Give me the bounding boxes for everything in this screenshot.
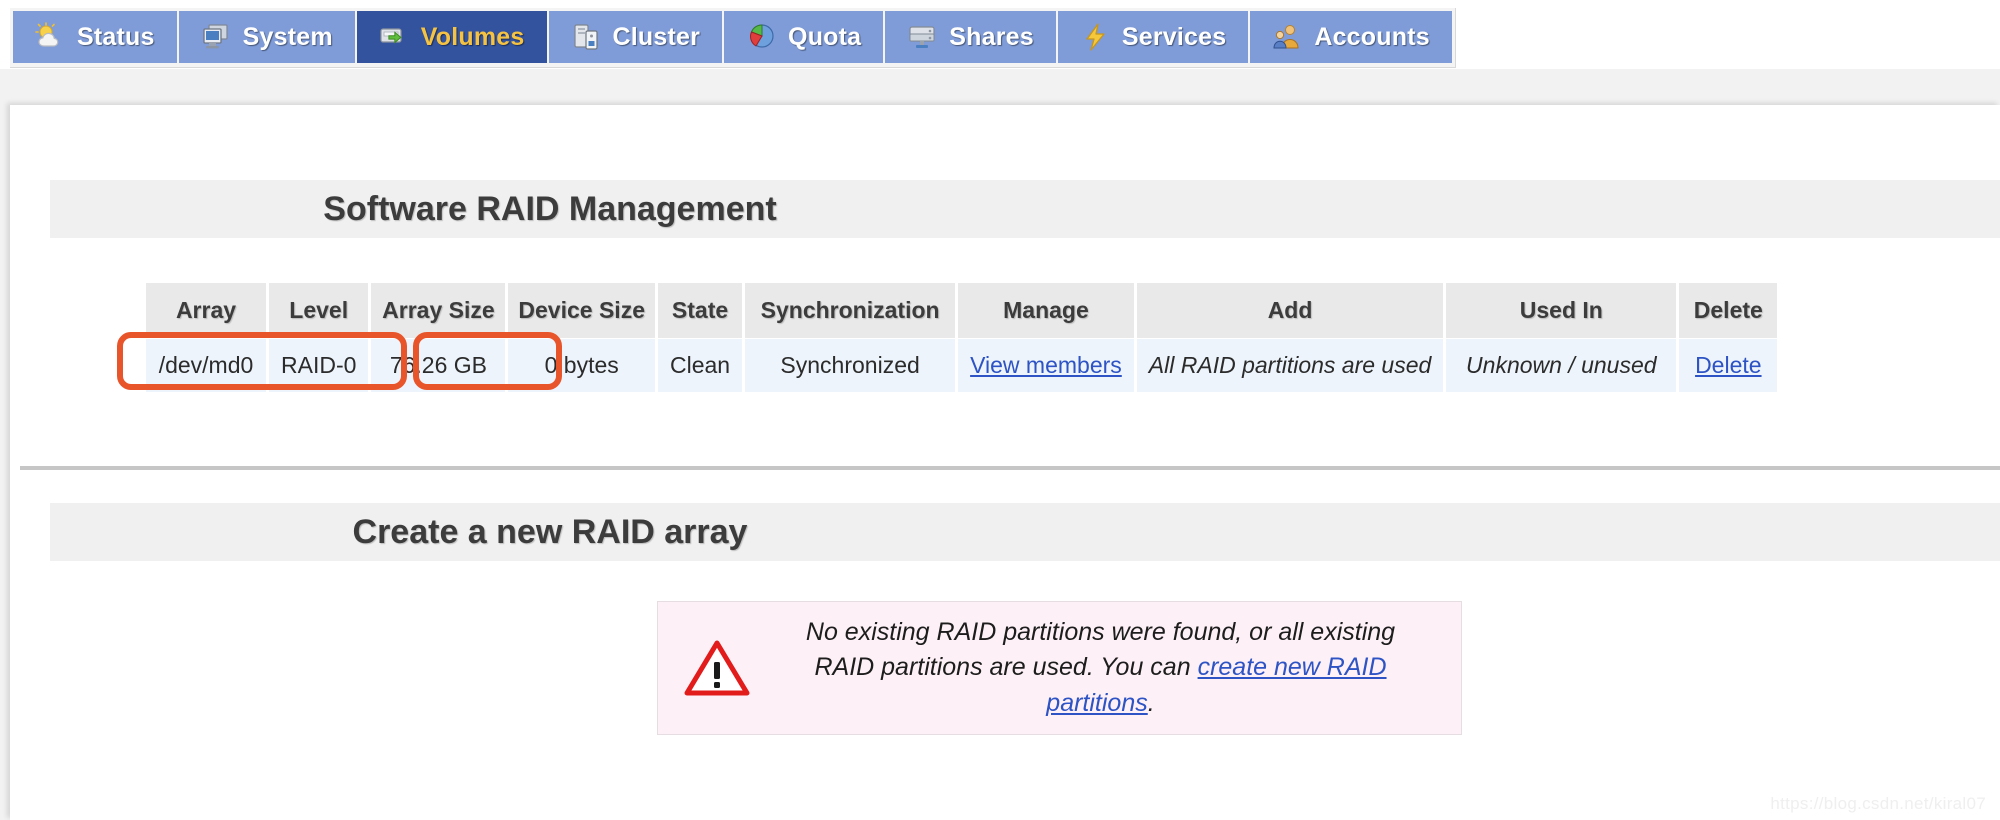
section-header-raid-management: Software RAID Management: [50, 180, 2000, 238]
view-members-link[interactable]: View members: [970, 352, 1122, 378]
column-header-device-size: Device Size: [508, 283, 655, 338]
nav-tab-label: Accounts: [1314, 22, 1430, 51]
warning-triangle-icon: [684, 638, 750, 698]
nav-tab-cluster[interactable]: Cluster: [548, 11, 725, 63]
monitor-icon: [201, 22, 231, 52]
nav-tab-label: System: [242, 22, 333, 51]
nav-tab-label: Cluster: [612, 22, 701, 51]
column-header-used-in: Used In: [1446, 283, 1677, 338]
nav-tab-label: Quota: [788, 22, 862, 51]
cell-synchronization: Synchronized: [745, 339, 956, 392]
section-divider: [20, 466, 2000, 470]
nav-tab-label: Volumes: [420, 22, 525, 51]
table-row: /dev/md0 RAID-0 76.26 GB 0 bytes Clean S…: [146, 339, 1778, 392]
column-header-array-size: Array Size: [371, 283, 506, 338]
main-navigation: Status System Volumes Cluster Quota Shar…: [10, 8, 1456, 68]
cell-add: All RAID partitions are used: [1136, 339, 1444, 392]
nav-tab-shares[interactable]: Shares: [885, 11, 1058, 63]
column-header-delete: Delete: [1679, 283, 1778, 338]
raid-array-table: Array Level Array Size Device Size State…: [143, 282, 1780, 393]
pie-chart-icon: [746, 22, 776, 52]
cell-used-in: Unknown / unused: [1446, 339, 1677, 392]
disk-arrow-icon: [379, 22, 409, 52]
lightning-icon: [1080, 22, 1110, 52]
cell-delete: Delete: [1679, 339, 1778, 392]
cell-level: RAID-0: [269, 339, 369, 392]
cell-array: /dev/md0: [146, 339, 266, 392]
column-header-array: Array: [146, 283, 266, 338]
sun-cloud-icon: [35, 22, 65, 52]
nav-tab-services[interactable]: Services: [1057, 11, 1251, 63]
section-title: Create a new RAID array: [352, 512, 748, 551]
nav-tab-label: Shares: [949, 22, 1034, 51]
page-title: Software RAID Management: [323, 189, 777, 228]
cell-state: Clean: [658, 339, 743, 392]
nav-tab-quota[interactable]: Quota: [724, 11, 886, 63]
warning-message-box: No existing RAID partitions were found, …: [657, 601, 1462, 735]
section-header-create-array: Create a new RAID array: [50, 503, 2000, 561]
nav-tab-status[interactable]: Status: [13, 11, 179, 63]
column-header-state: State: [658, 283, 743, 338]
watermark: https://blog.csdn.net/kiral07: [1770, 794, 1986, 813]
nav-tab-label: Services: [1121, 22, 1227, 51]
nav-tab-label: Status: [77, 22, 155, 51]
users-icon: [1272, 22, 1302, 52]
cell-device-size: 0 bytes: [508, 339, 655, 392]
drive-icon: [907, 22, 937, 52]
table-header-row: Array Level Array Size Device Size State…: [146, 283, 1778, 338]
cell-manage: View members: [958, 339, 1134, 392]
cell-array-size: 76.26 GB: [371, 339, 506, 392]
column-header-level: Level: [269, 283, 369, 338]
warning-text-after: .: [1147, 688, 1155, 717]
servers-icon: [571, 22, 601, 52]
column-header-synchronization: Synchronization: [745, 283, 956, 338]
column-header-add: Add: [1136, 283, 1444, 338]
nav-tab-system[interactable]: System: [178, 11, 357, 63]
nav-tab-volumes[interactable]: Volumes: [356, 11, 549, 63]
delete-link[interactable]: Delete: [1695, 352, 1761, 378]
warning-message-text: No existing RAID partitions were found, …: [776, 615, 1435, 722]
column-header-manage: Manage: [958, 283, 1134, 338]
nav-tab-accounts[interactable]: Accounts: [1250, 11, 1452, 63]
